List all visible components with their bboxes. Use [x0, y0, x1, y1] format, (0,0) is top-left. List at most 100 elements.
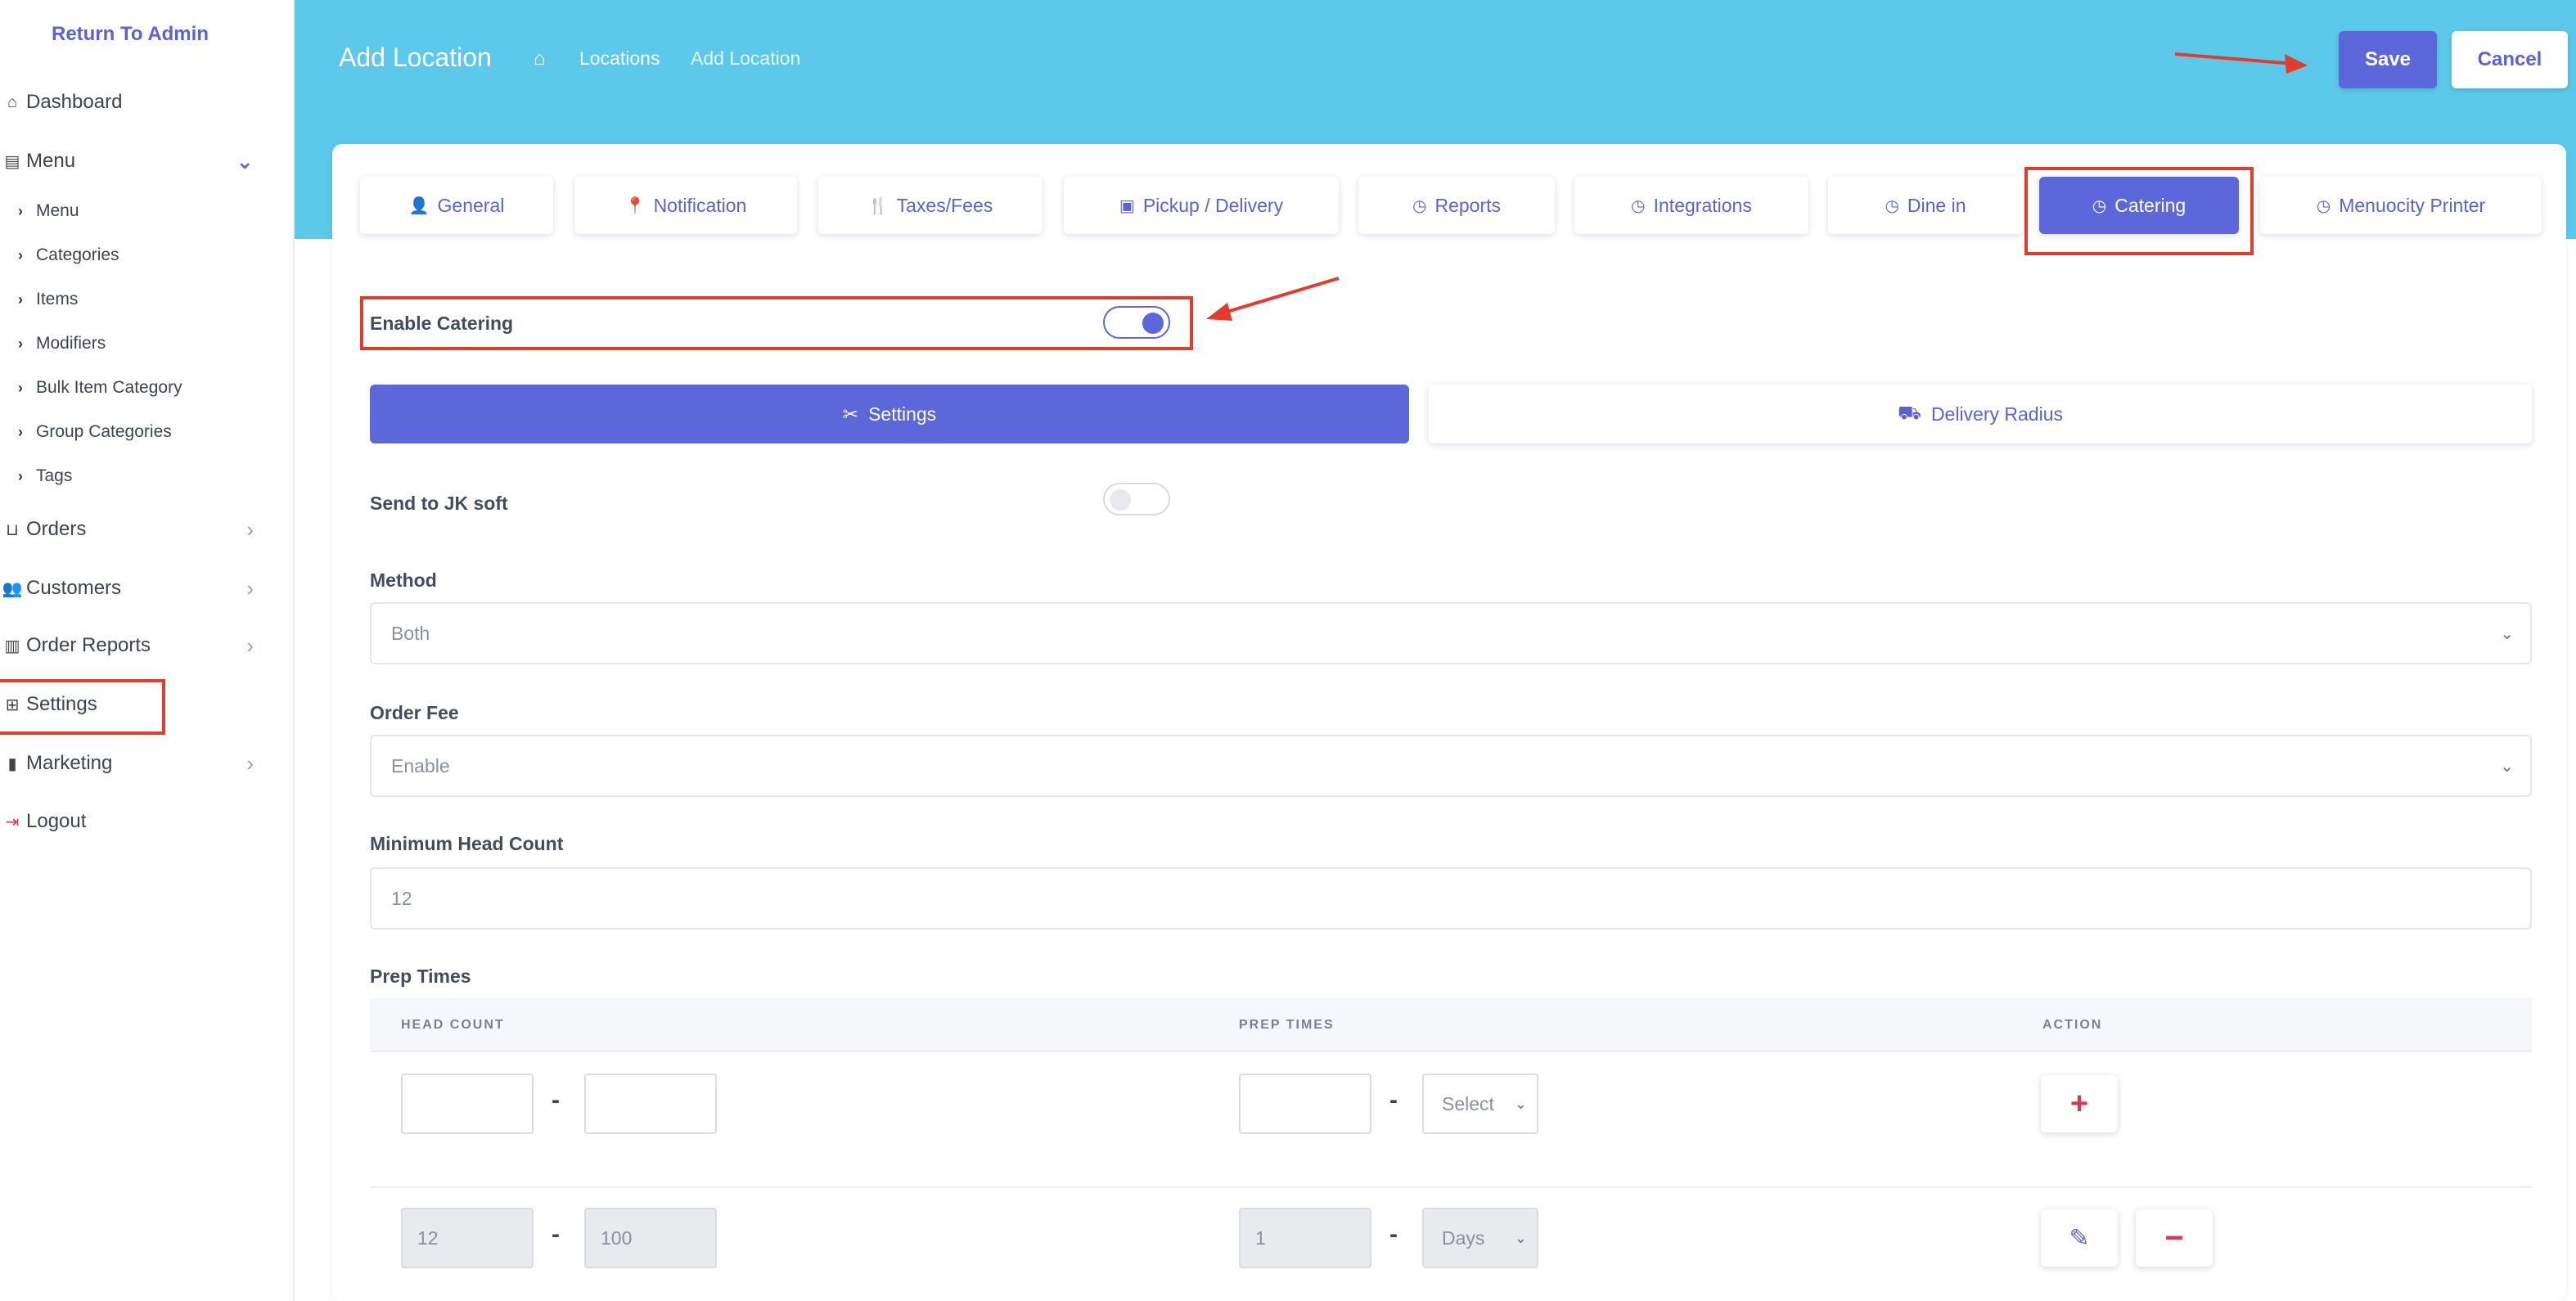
sidebar-subitem-label: Menu — [36, 201, 79, 220]
sidebar-subitem-menu[interactable]: › Menu — [18, 195, 79, 227]
chevron-right-icon: › — [18, 290, 23, 308]
sidebar-item-label: Menu — [26, 150, 76, 172]
add-prep-time-button[interactable]: + — [2041, 1075, 2118, 1132]
head-count-to-input[interactable]: 100 — [584, 1208, 717, 1268]
chevron-down-icon: ⌄ — [1514, 1095, 1527, 1112]
cancel-button[interactable]: Cancel — [2452, 31, 2568, 88]
range-dash: - — [552, 1087, 560, 1114]
enable-catering-label: Enable Catering — [370, 313, 514, 334]
sidebar-item-logout[interactable]: ⇥ Logout — [0, 802, 278, 841]
min-head-count-label: Minimum Head Count — [370, 833, 564, 854]
sidebar-subitem-group-categories[interactable]: › Group Categories — [18, 416, 172, 448]
new-head-count-from-input[interactable] — [401, 1074, 534, 1134]
report-icon: ▥ — [4, 637, 20, 655]
order-fee-select[interactable]: Enable ⌄ — [370, 735, 2532, 797]
method-label: Method — [370, 569, 437, 591]
sidebar-subitem-tags[interactable]: › Tags — [18, 460, 72, 493]
min-head-count-value: 12 — [391, 887, 412, 909]
money-icon: ▣ — [1119, 196, 1135, 215]
chevron-right-icon: › — [18, 246, 23, 263]
sidebar-item-customers[interactable]: 👥 Customers › — [0, 569, 278, 608]
clock-icon: ◷ — [1885, 196, 1899, 215]
sidebar-subitem-label: Items — [36, 290, 79, 308]
clock-icon: ◷ — [1631, 196, 1646, 215]
chevron-right-icon: › — [18, 467, 23, 484]
new-prep-time-input[interactable] — [1239, 1074, 1371, 1134]
toggle-knob — [1110, 489, 1131, 511]
enable-catering-toggle[interactable] — [1103, 306, 1170, 339]
new-head-count-to-input[interactable] — [584, 1074, 717, 1134]
tab-label: Taxes/Fees — [896, 194, 993, 216]
breadcrumb-locations[interactable]: Locations — [579, 47, 660, 70]
order-fee-label: Order Fee — [370, 702, 459, 723]
range-dash: - — [1389, 1087, 1398, 1114]
head-count-from-input[interactable]: 12 — [401, 1208, 534, 1268]
tab-reports[interactable]: ◷ Reports — [1358, 177, 1555, 234]
jk-soft-toggle[interactable] — [1103, 483, 1170, 515]
tab-label: Reports — [1434, 194, 1501, 216]
sidebar-item-marketing[interactable]: ▮ Marketing › — [0, 744, 278, 783]
tab-integrations[interactable]: ◷ Integrations — [1574, 177, 1808, 234]
home-icon: ⌂ — [7, 92, 18, 111]
subtab-label: Delivery Radius — [1930, 403, 2063, 425]
sidebar-item-label: Order Reports — [26, 634, 151, 656]
sidebar-item-label: Dashboard — [26, 91, 123, 113]
column-header-action: ACTION — [2042, 1018, 2103, 1032]
tab-dine-in[interactable]: ◷ Dine in — [1828, 177, 2023, 234]
tab-menuocity-printer[interactable]: ◷ Menuocity Printer — [2260, 177, 2542, 234]
map-pin-icon: 📍 — [624, 196, 646, 215]
chevron-right-icon: › — [246, 516, 254, 542]
sidebar-item-dashboard[interactable]: ⌂ Dashboard — [0, 83, 278, 122]
sidebar-subitem-modifiers[interactable]: › Modifiers — [18, 327, 106, 360]
tab-taxes-fees[interactable]: 🍴 Taxes/Fees — [818, 177, 1043, 234]
sidebar-item-order-reports[interactable]: ▥ Order Reports › — [0, 626, 278, 665]
tab-notification[interactable]: 📍 Notification — [574, 177, 797, 234]
chevron-right-icon: › — [246, 632, 254, 658]
subtab-delivery-radius[interactable]: ⛟ Delivery Radius — [1429, 385, 2532, 443]
sidebar-subitem-label: Categories — [36, 245, 119, 264]
column-header-head-count: HEAD COUNT — [401, 1018, 505, 1032]
save-button[interactable]: Save — [2339, 31, 2437, 88]
edit-icon: ✎ — [2069, 1224, 2090, 1252]
tab-label: General — [437, 194, 505, 216]
highlight-box-catering-tab — [2024, 167, 2254, 255]
toggle-knob — [1142, 313, 1164, 334]
shopping-basket-icon: ⊔ — [6, 520, 19, 539]
new-prep-unit-select[interactable]: Select ⌄ — [1422, 1074, 1538, 1134]
prep-unit-select[interactable]: Days ⌄ — [1422, 1208, 1538, 1268]
tab-pickup-delivery[interactable]: ▣ Pickup / Delivery — [1064, 177, 1339, 234]
sidebar-item-menu[interactable]: ▤ Menu ⌄ — [0, 142, 278, 181]
chevron-right-icon: › — [18, 202, 23, 219]
prep-time-input[interactable]: 1 — [1239, 1208, 1371, 1268]
chevron-right-icon: › — [18, 379, 23, 396]
min-head-count-input[interactable]: 12 — [370, 867, 2532, 930]
sidebar: Return To Admin ⌂ Dashboard ▤ Menu ⌄ › M… — [0, 0, 295, 1301]
sidebar-subitem-label: Modifiers — [36, 334, 106, 353]
method-select[interactable]: Both ⌄ — [370, 602, 2532, 664]
plus-icon: + — [2069, 1086, 2089, 1121]
tab-general[interactable]: 👤 General — [360, 177, 553, 234]
prep-unit-value: Select — [1442, 1092, 1494, 1114]
sidebar-subitem-categories[interactable]: › Categories — [18, 239, 119, 272]
home-icon[interactable]: ⌂ — [534, 47, 546, 70]
column-header-prep-times: PREP TIMES — [1239, 1018, 1335, 1032]
chevron-right-icon: › — [18, 335, 23, 352]
menu-list-icon: ▤ — [4, 152, 20, 171]
logout-icon: ⇥ — [5, 813, 20, 831]
sidebar-subitem-bulk-item-category[interactable]: › Bulk Item Category — [18, 371, 182, 404]
row-divider — [370, 1186, 2532, 1188]
clock-icon: ◷ — [2316, 196, 2331, 215]
subtab-settings[interactable]: ✂ Settings — [370, 385, 1409, 443]
return-to-admin-link[interactable]: Return To Admin — [0, 23, 260, 46]
sidebar-subitem-label: Bulk Item Category — [36, 378, 182, 397]
edit-prep-time-button[interactable]: ✎ — [2041, 1209, 2118, 1267]
order-fee-value: Enable — [391, 754, 450, 777]
prep-times-table-header — [370, 998, 2532, 1052]
sidebar-subitem-items[interactable]: › Items — [18, 283, 78, 316]
prep-unit-value: Days — [1442, 1227, 1485, 1249]
tab-label: Dine in — [1907, 194, 1966, 216]
remove-prep-time-button[interactable]: − — [2136, 1209, 2213, 1267]
sidebar-item-orders[interactable]: ⊔ Orders › — [0, 510, 278, 549]
tab-label: Pickup / Delivery — [1142, 194, 1284, 216]
delivery-icon: ⛟ — [1898, 402, 1921, 423]
